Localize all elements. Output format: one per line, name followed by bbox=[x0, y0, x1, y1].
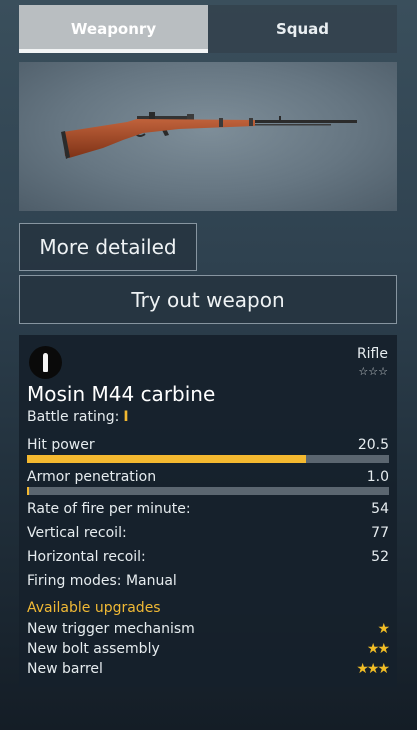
rate-of-fire-label: Rate of fire per minute: bbox=[27, 501, 191, 517]
weapon-preview bbox=[19, 62, 397, 211]
vertical-recoil-row: Vertical recoil: 77 bbox=[27, 525, 389, 541]
upgrade-label: New barrel bbox=[27, 661, 103, 677]
upgrade-item: New bolt assembly ★★ bbox=[27, 641, 390, 657]
horizontal-recoil-label: Horizontal recoil: bbox=[27, 549, 146, 565]
armor-penetration-label: Armor penetration bbox=[27, 469, 157, 485]
hit-power-bar bbox=[27, 455, 389, 463]
upgrade-stars-icon: ★ bbox=[377, 621, 389, 637]
upgrade-item: New trigger mechanism ★ bbox=[27, 621, 390, 637]
rate-of-fire-row: Rate of fire per minute: 54 bbox=[27, 501, 389, 517]
vertical-recoil-value: 77 bbox=[371, 525, 389, 541]
battle-rating-value: I bbox=[123, 409, 129, 425]
more-detailed-button[interactable]: More detailed bbox=[19, 223, 197, 271]
hit-power-value: 20.5 bbox=[357, 437, 389, 453]
firing-modes-row: Firing modes: Manual bbox=[27, 573, 389, 589]
rank-stars: ☆☆☆ bbox=[358, 365, 388, 378]
hit-power-bar-fill bbox=[27, 455, 306, 463]
hit-power-label: Hit power bbox=[27, 437, 95, 453]
battle-rating: Battle rating: I bbox=[27, 409, 129, 425]
upgrade-stars-icon: ★★ bbox=[366, 641, 390, 657]
hit-power-row: Hit power 20.5 bbox=[27, 437, 389, 453]
weapon-info-card: Rifle ☆☆☆ Mosin M44 carbine Battle ratin… bbox=[19, 335, 397, 687]
tab-bar: Weaponry Squad bbox=[19, 5, 397, 53]
tab-squad[interactable]: Squad bbox=[208, 5, 397, 53]
armor-penetration-value: 1.0 bbox=[366, 469, 389, 485]
upgrade-stars-icon: ★★★ bbox=[356, 661, 390, 677]
upgrade-label: New trigger mechanism bbox=[27, 621, 195, 637]
bullet-icon bbox=[29, 346, 62, 379]
upgrade-item: New barrel ★★★ bbox=[27, 661, 390, 677]
armor-penetration-row: Armor penetration 1.0 bbox=[27, 469, 389, 485]
weapon-name: Mosin M44 carbine bbox=[27, 382, 216, 406]
horizontal-recoil-value: 52 bbox=[371, 549, 389, 565]
armor-penetration-bar-fill bbox=[27, 487, 29, 495]
armor-penetration-bar bbox=[27, 487, 389, 495]
upgrade-label: New bolt assembly bbox=[27, 641, 160, 657]
firing-modes-label: Firing modes: Manual bbox=[27, 573, 177, 589]
try-out-weapon-button[interactable]: Try out weapon bbox=[19, 275, 397, 324]
battle-rating-label: Battle rating: bbox=[27, 409, 120, 425]
tab-weaponry[interactable]: Weaponry bbox=[19, 5, 208, 53]
rifle-image bbox=[61, 112, 357, 159]
rate-of-fire-value: 54 bbox=[371, 501, 389, 517]
available-upgrades-title: Available upgrades bbox=[27, 600, 161, 616]
vertical-recoil-label: Vertical recoil: bbox=[27, 525, 127, 541]
horizontal-recoil-row: Horizontal recoil: 52 bbox=[27, 549, 389, 565]
weapon-type: Rifle bbox=[356, 346, 388, 362]
